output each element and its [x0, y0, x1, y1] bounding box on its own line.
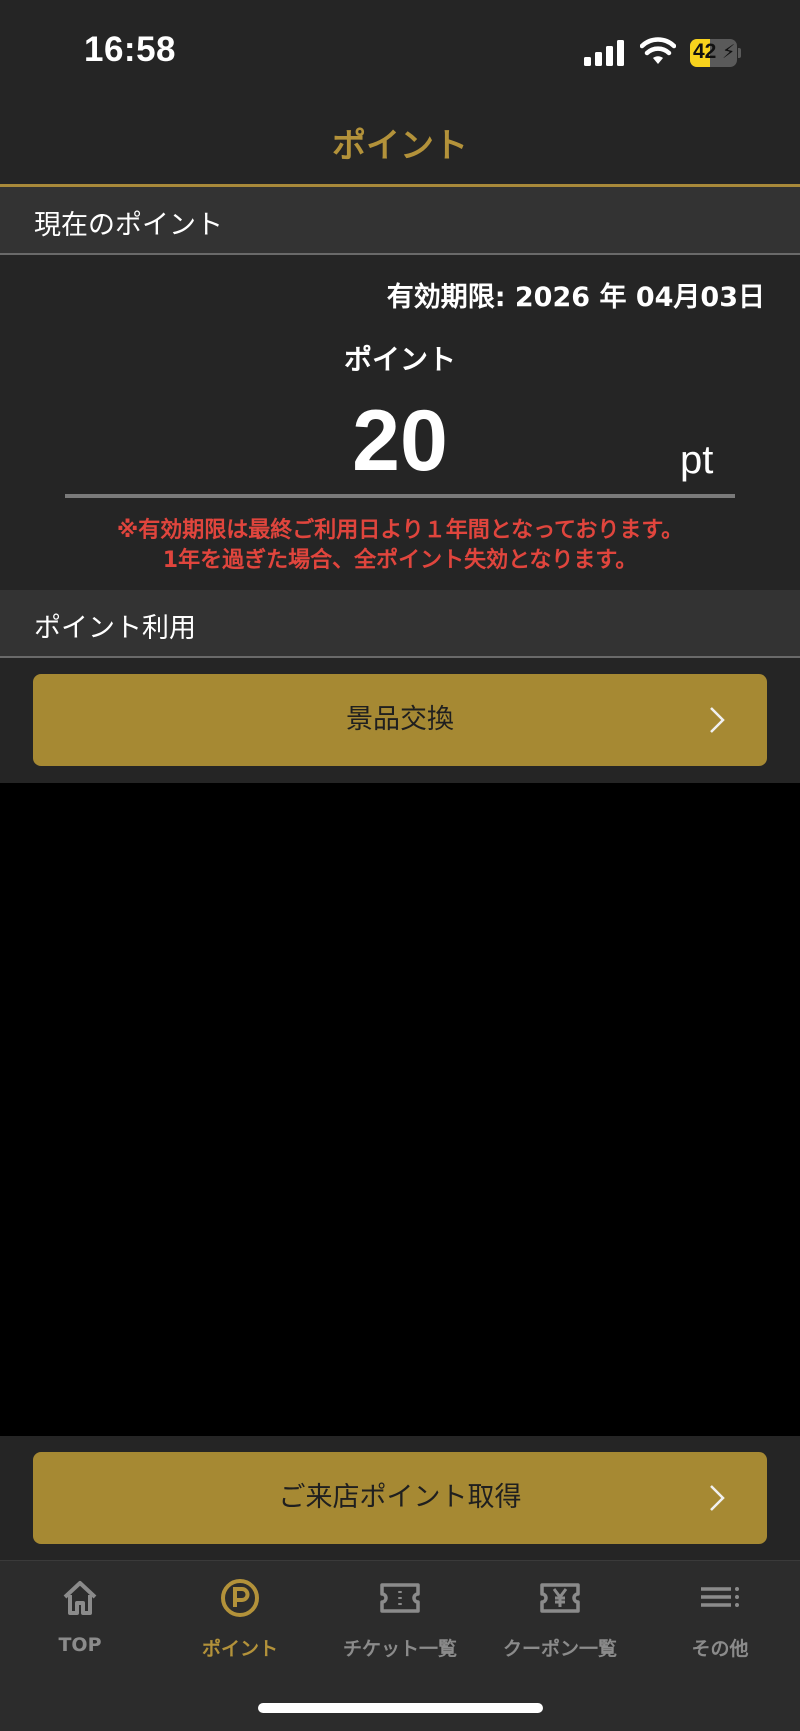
chevron-right-icon [710, 707, 725, 733]
point-usage-heading: ポイント利用 [34, 613, 196, 644]
cellular-signal-icon [584, 40, 626, 66]
wifi-icon [640, 37, 676, 64]
tab-points-label: ポイント [201, 1638, 278, 1660]
tab-other-label: その他 [691, 1638, 749, 1660]
current-points-heading: 現在のポイント [34, 210, 223, 241]
coupon-yen-icon [540, 1583, 580, 1613]
expiry-date: 有効期限: 2026 年 04月03日 [386, 282, 765, 313]
home-icon [63, 1581, 97, 1615]
tab-points[interactable]: ポイント [160, 1570, 320, 1660]
prize-exchange-button[interactable]: 景品交換 [33, 674, 767, 766]
expiry-warning: ※有効期限は最終ご利用日より１年間となっております。 1年を過ぎた場合、全ポイン… [0, 516, 800, 576]
battery-percent: 42 [693, 40, 717, 63]
tab-tickets[interactable]: チケット一覧 [320, 1570, 480, 1660]
tab-top[interactable]: TOP [0, 1570, 160, 1656]
status-time: 16:58 [84, 30, 177, 69]
point-usage-header: ポイント利用 [0, 590, 800, 658]
warning-line-2: 1年を過ぎた場合、全ポイント失効となります。 [162, 548, 638, 573]
prize-exchange-label: 景品交換 [346, 704, 454, 735]
visit-points-button[interactable]: ご来店ポイント取得 [33, 1452, 767, 1544]
points-unit: pt [680, 438, 714, 482]
tab-coupons-label: クーポン一覧 [502, 1638, 617, 1660]
home-indicator[interactable] [258, 1703, 543, 1713]
warning-line-1: ※有効期限は最終ご利用日より１年間となっております。 [116, 518, 684, 543]
visit-points-label: ご来店ポイント取得 [278, 1482, 522, 1513]
ticket-icon [380, 1583, 420, 1613]
points-label: ポイント [343, 343, 456, 376]
point-p-icon [221, 1579, 259, 1617]
tab-top-label: TOP [58, 1634, 102, 1656]
menu-icon [701, 1587, 739, 1607]
tab-other[interactable]: その他 [640, 1570, 800, 1660]
page-title: ポイント [332, 126, 468, 166]
tab-tickets-label: チケット一覧 [342, 1638, 457, 1660]
battery-icon: 42 ⚡ [690, 39, 742, 67]
current-points-header: 現在のポイント [0, 187, 800, 255]
chevron-right-icon [710, 1485, 725, 1511]
points-underline [65, 494, 735, 498]
tab-coupons[interactable]: クーポン一覧 [480, 1570, 640, 1660]
